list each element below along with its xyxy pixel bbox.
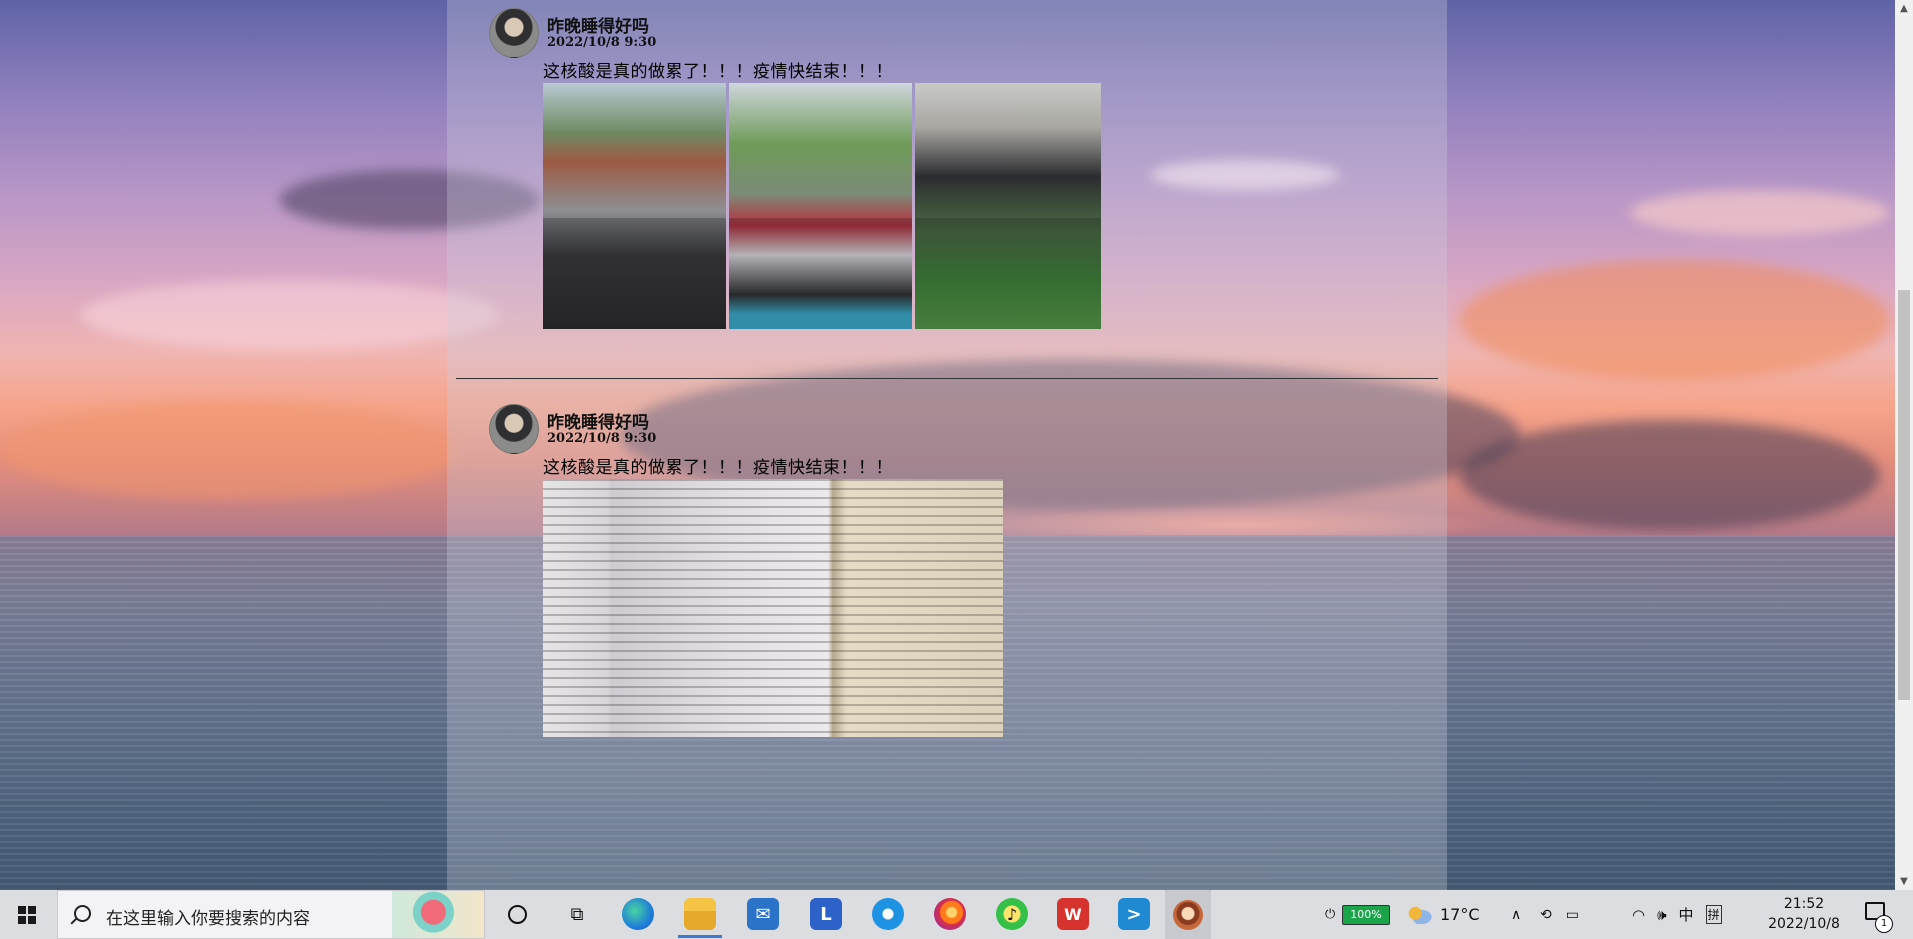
wifi-icon[interactable]: ◠ bbox=[1632, 906, 1645, 924]
weather-widget[interactable]: 17°C bbox=[1408, 890, 1480, 939]
vscode-icon[interactable]: > bbox=[1118, 898, 1150, 930]
cloud bbox=[80, 280, 500, 350]
cloud bbox=[0, 400, 460, 500]
task-view-icon[interactable]: ⧉ bbox=[561, 898, 593, 930]
windows-logo-icon bbox=[18, 906, 36, 924]
lenovo-icon[interactable]: L bbox=[810, 898, 842, 930]
notification-count-badge: 1 bbox=[1875, 915, 1893, 933]
taskbar: 在这里输入你要搜索的内容 ⧉ ✉ L ♪ W > ⏻ 100% 17°C ∧ ⟲… bbox=[0, 890, 1913, 939]
input-language[interactable]: 中 bbox=[1679, 904, 1694, 925]
file-explorer-icon[interactable] bbox=[678, 898, 722, 938]
music-icon[interactable]: ♪ bbox=[996, 898, 1028, 930]
scroll-down-arrow-icon[interactable]: ▼ bbox=[1895, 873, 1913, 890]
feed-column: 昨晚睡得好吗 2022/10/8 9:30 这核酸是真的做累了！！！疫情快结束！… bbox=[447, 0, 1447, 890]
queue-photo[interactable] bbox=[543, 83, 726, 329]
scroll-up-arrow-icon[interactable]: ▲ bbox=[1895, 0, 1913, 17]
network-tray: ◠ 🕪 中 拼 bbox=[1632, 890, 1722, 939]
scroll-thumb[interactable] bbox=[1898, 290, 1910, 700]
show-hidden-icons-chevron-icon[interactable]: ∧ bbox=[1511, 890, 1521, 939]
queue-photo[interactable] bbox=[915, 83, 1101, 329]
ie-icon[interactable] bbox=[872, 898, 904, 930]
firefox-icon[interactable] bbox=[934, 898, 966, 930]
clock-date: 2022/10/8 bbox=[1768, 916, 1840, 932]
system-tray-icons: ⟲ ▭ bbox=[1540, 890, 1579, 939]
post-photos bbox=[543, 479, 1003, 737]
battery-indicator[interactable]: ⏻ 100% bbox=[1325, 890, 1390, 939]
search-highlight-image bbox=[392, 891, 484, 938]
avatar[interactable] bbox=[489, 8, 539, 58]
plug-icon: ⏻ bbox=[1325, 906, 1336, 922]
post-text: 这核酸是真的做累了！！！疫情快结束！！！ bbox=[543, 62, 893, 82]
taskbar-search-box[interactable]: 在这里输入你要搜索的内容 bbox=[57, 890, 485, 939]
photo-shade bbox=[543, 218, 726, 329]
post-photos bbox=[543, 83, 1101, 329]
avatar[interactable] bbox=[489, 404, 539, 454]
cloud bbox=[1460, 420, 1880, 530]
search-icon bbox=[74, 905, 91, 922]
temperature: 17°C bbox=[1440, 905, 1480, 924]
volume-icon[interactable]: 🕪 bbox=[1657, 906, 1666, 924]
edge-icon[interactable] bbox=[622, 898, 654, 930]
battery-tray-icon[interactable]: ▭ bbox=[1566, 907, 1579, 923]
sync-icon[interactable]: ⟲ bbox=[1540, 907, 1552, 923]
cloud bbox=[1630, 190, 1890, 235]
post-divider bbox=[456, 378, 1438, 379]
post-time: 2022/10/8 9:30 bbox=[547, 35, 657, 50]
search-placeholder: 在这里输入你要搜索的内容 bbox=[106, 909, 310, 929]
cortana-icon[interactable] bbox=[501, 898, 533, 930]
notebook-photo[interactable] bbox=[543, 479, 1003, 737]
post-time: 2022/10/8 9:30 bbox=[547, 431, 657, 446]
start-button[interactable] bbox=[0, 890, 52, 939]
mail-icon[interactable]: ✉ bbox=[747, 898, 779, 930]
photo-shade bbox=[915, 218, 1101, 329]
queue-photo[interactable] bbox=[729, 83, 912, 329]
clock-time: 21:52 bbox=[1783, 896, 1825, 912]
post-username[interactable]: 昨晚睡得好吗 bbox=[547, 12, 649, 37]
vertical-scrollbar[interactable]: ▲ ▼ bbox=[1895, 0, 1913, 890]
battery-level: 100% bbox=[1342, 904, 1390, 925]
input-mode[interactable]: 拼 bbox=[1705, 905, 1722, 924]
partly-cloudy-icon bbox=[1408, 905, 1432, 924]
cloud bbox=[1460, 260, 1890, 380]
game-icon[interactable] bbox=[1165, 890, 1211, 939]
system-clock[interactable]: 21:52 2022/10/8 bbox=[1760, 894, 1848, 934]
photo-shade bbox=[729, 218, 912, 329]
post-text: 这核酸是真的做累了！！！疫情快结束！！！ bbox=[543, 458, 893, 478]
wps-icon[interactable]: W bbox=[1057, 898, 1089, 930]
post-username[interactable]: 昨晚睡得好吗 bbox=[547, 408, 649, 433]
